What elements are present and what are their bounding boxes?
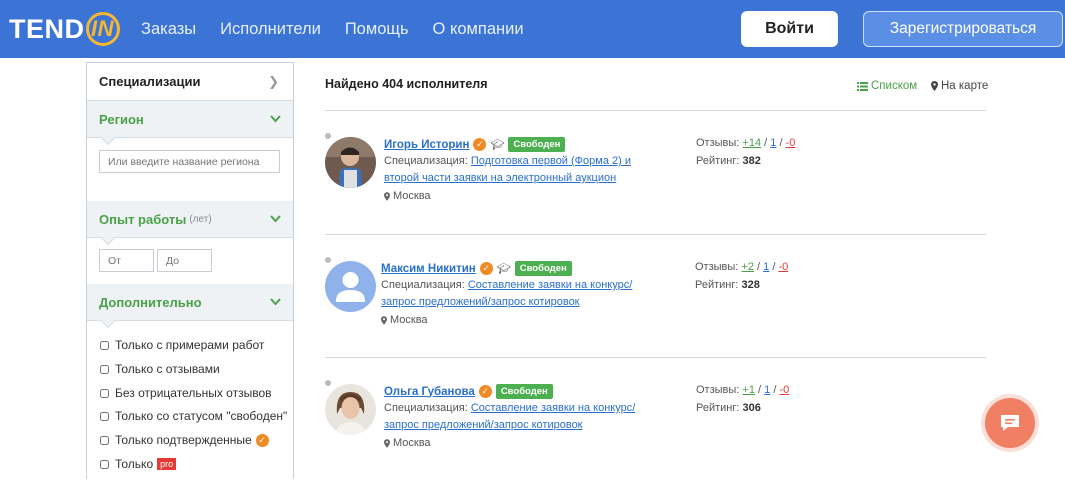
- logo-in-icon: IN: [85, 12, 120, 46]
- login-button[interactable]: Войти: [741, 11, 838, 47]
- filter-checkbox[interactable]: [100, 459, 109, 469]
- logo-text: TEND: [9, 13, 85, 44]
- reviews-positive-link[interactable]: +14: [742, 137, 761, 149]
- online-status-dot: [325, 257, 331, 263]
- performer-card: Игорь Историн ✓ 🎓︎ Свободен Специализаци…: [325, 133, 986, 243]
- chat-bubble-icon: [1001, 415, 1019, 431]
- avatar[interactable]: [325, 137, 376, 188]
- performer-name-row: Максим Никитин ✓ 🎓︎ Свободен: [381, 261, 572, 276]
- avatar[interactable]: [325, 384, 376, 435]
- reviews-positive-link[interactable]: +2: [741, 261, 754, 273]
- free-status-badge: Свободен: [495, 384, 553, 399]
- nav-performers[interactable]: Исполнители: [220, 20, 321, 39]
- performer-city: Москва: [384, 437, 431, 449]
- additional-section-header[interactable]: Дополнительно: [87, 284, 293, 329]
- map-marker-icon: [931, 81, 938, 91]
- chevron-down-icon: [270, 112, 281, 126]
- experience-to-input[interactable]: [157, 249, 212, 272]
- region-section-header[interactable]: Регион: [87, 101, 293, 146]
- region-label: Регион: [99, 111, 144, 127]
- filter-verified[interactable]: Только подтвержденные ✓: [100, 432, 269, 448]
- experience-unit: (лет): [189, 213, 212, 225]
- performer-name[interactable]: Ольга Губанова: [384, 386, 475, 398]
- register-button[interactable]: Зарегистрироваться: [863, 11, 1063, 47]
- performer-city: Москва: [384, 190, 431, 202]
- filter-checkbox[interactable]: [100, 340, 109, 350]
- performer-reviews: Отзывы: +2 / 1 / -0: [695, 261, 789, 273]
- experience-from-input[interactable]: [99, 249, 154, 272]
- performer-specialization: Специализация: Составление заявки на кон…: [384, 402, 636, 431]
- verified-check-icon: ✓: [479, 262, 493, 275]
- performer-rating: Рейтинг: 328: [695, 279, 760, 291]
- online-status-dot: [325, 380, 331, 386]
- filter-checkbox[interactable]: [100, 364, 109, 374]
- performer-name-row: Ольга Губанова ✓ Свободен: [384, 384, 553, 399]
- filters-sidebar: Специализации ❯ Регион Опыт работы(лет) …: [86, 62, 294, 479]
- map-marker-icon: [381, 315, 387, 325]
- chevron-down-icon: [270, 212, 281, 226]
- performer-specialization: Специализация: Составление заявки на кон…: [381, 279, 633, 308]
- reviews-negative-link[interactable]: -0: [779, 384, 789, 396]
- view-list-toggle[interactable]: Списком: [857, 80, 917, 92]
- verified-check-icon: ✓: [473, 138, 487, 151]
- reviews-neutral-link[interactable]: 1: [770, 137, 776, 149]
- verified-check-icon: ✓: [478, 385, 492, 398]
- additional-label: Дополнительно: [99, 294, 202, 310]
- site-header: TEND IN Заказы Исполнители Помощь О компа…: [0, 0, 1065, 58]
- reviews-negative-link[interactable]: -0: [778, 261, 788, 273]
- specializations-label: Специализации: [99, 74, 201, 89]
- online-status-dot: [325, 133, 331, 139]
- divider: [325, 110, 986, 111]
- results-count: Найдено 404 исполнителя: [325, 77, 488, 91]
- performer-name[interactable]: Игорь Историн: [384, 139, 469, 151]
- graduation-cap-icon: 🎓︎: [496, 263, 511, 275]
- performer-name-row: Игорь Историн ✓ 🎓︎ Свободен: [384, 137, 566, 152]
- filter-with-reviews[interactable]: Только с отзывами: [100, 361, 220, 377]
- performer-reviews: Отзывы: +1 / 1 / -0: [696, 384, 790, 396]
- reviews-positive-link[interactable]: +1: [742, 384, 755, 396]
- performer-rating: Рейтинг: 382: [696, 155, 761, 167]
- filter-status-free[interactable]: Только со статусом "свободен": [100, 408, 287, 424]
- divider: [325, 234, 986, 235]
- map-marker-icon: [384, 438, 390, 448]
- reviews-neutral-link[interactable]: 1: [763, 261, 769, 273]
- divider: [325, 357, 986, 358]
- reviews-neutral-link[interactable]: 1: [764, 384, 770, 396]
- verified-check-icon: ✓: [255, 433, 269, 447]
- map-marker-icon: [384, 191, 390, 201]
- experience-label: Опыт работы: [99, 211, 187, 227]
- reviews-negative-link[interactable]: -0: [786, 137, 796, 149]
- filter-checkbox[interactable]: [100, 435, 109, 445]
- performer-specialization: Специализация: Подготовка первой (Форма …: [384, 155, 631, 184]
- pro-badge: pro: [157, 458, 177, 470]
- nav-orders[interactable]: Заказы: [141, 20, 196, 39]
- experience-section-header[interactable]: Опыт работы (лет): [87, 201, 293, 246]
- chat-button[interactable]: [985, 398, 1035, 448]
- performer-rating: Рейтинг: 306: [696, 402, 761, 414]
- performer-reviews: Отзывы: +14 / 1 / -0: [696, 137, 796, 149]
- filter-checkbox[interactable]: [100, 411, 109, 421]
- performer-card: Ольга Губанова ✓ Свободен Специализация:…: [325, 380, 986, 490]
- avatar[interactable]: [325, 261, 376, 312]
- specializations-toggle[interactable]: Специализации ❯: [87, 63, 293, 101]
- filter-with-portfolio[interactable]: Только с примерами работ: [100, 337, 264, 353]
- chevron-right-icon: ❯: [268, 74, 279, 89]
- performer-card: Максим Никитин ✓ 🎓︎ Свободен Специализац…: [325, 257, 986, 367]
- view-map-toggle[interactable]: На карте: [931, 80, 988, 92]
- filter-pro[interactable]: Только pro: [100, 456, 177, 472]
- list-icon: [857, 81, 868, 91]
- logo[interactable]: TEND IN: [9, 12, 120, 46]
- graduation-cap-icon: 🎓︎: [490, 139, 505, 151]
- free-status-badge: Свободен: [508, 137, 566, 152]
- performer-city: Москва: [381, 314, 428, 326]
- filter-no-negative[interactable]: Без отрицательных отзывов: [100, 385, 272, 401]
- filter-checkbox[interactable]: [100, 388, 109, 398]
- free-status-badge: Свободен: [514, 261, 572, 276]
- chevron-down-icon: [270, 295, 281, 309]
- nav-about[interactable]: О компании: [433, 20, 524, 39]
- performer-name[interactable]: Максим Никитин: [381, 263, 476, 275]
- nav-help[interactable]: Помощь: [345, 20, 409, 39]
- main-nav: Заказы Исполнители Помощь О компании: [141, 0, 524, 58]
- region-input[interactable]: [99, 150, 280, 173]
